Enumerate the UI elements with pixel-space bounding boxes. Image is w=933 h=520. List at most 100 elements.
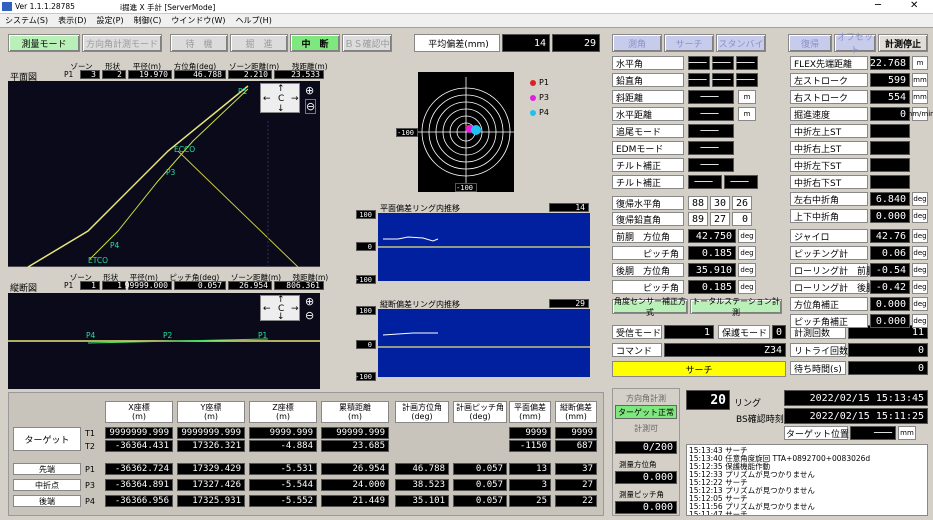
cell-3-x: -36364.891 (105, 479, 173, 491)
survey-mode-button[interactable]: 測量モード (8, 34, 80, 52)
table-header-0: X座標 (m) (105, 401, 173, 423)
zoom-in-icon[interactable]: ⊕ (305, 84, 314, 97)
profile-nav-pad: ↑ ← C → ↓ (260, 295, 300, 322)
menu-item-3[interactable]: 制御(C) (129, 14, 167, 28)
right2-value-4: 0.000 (870, 297, 910, 311)
profile-header-5: 残距離(m) (292, 273, 329, 282)
reset-v-label: 復帰鉛直角 (612, 212, 684, 226)
profile-plot[interactable]: P4 P2 P1 ↑ ← C → ↓ ⊕ ⊖ (8, 293, 320, 389)
angle-label-1: ピッチ角 (612, 246, 684, 260)
target-group-label: ターゲット (13, 427, 81, 451)
cell-3-h: 3 (509, 479, 551, 491)
event-log[interactable]: 15:13:43 サーチ 15:13:40 任意角度旋回 TTA+0892700+… (686, 444, 928, 516)
nav-right-icon[interactable]: → (291, 94, 299, 104)
profile-pitch: 0.057 (174, 281, 226, 290)
right-value-2: 554 (870, 90, 910, 104)
bs-confirm-button[interactable]: ＢＳ確認中 (342, 34, 392, 52)
menu-item-2[interactable]: 設定(P) (92, 14, 129, 28)
menu-item-5[interactable]: ヘルプ(H) (231, 14, 277, 28)
plan-plot[interactable]: ECCO ETCO P4 P3 P1 ↑ ← C → ↓ ⊕ ⊖ (8, 81, 320, 268)
chart-v-svg (378, 332, 590, 348)
search-button[interactable]: サーチ (664, 34, 714, 52)
profile-shape: 1 (102, 281, 126, 290)
total-station-mode-button[interactable]: トータルステーション計測 (690, 297, 782, 317)
menu-item-1[interactable]: 表示(D) (53, 14, 91, 28)
close-icon[interactable]: ✕ (910, 0, 918, 11)
plan-row: P1 3 2 19.970 46.788 2.210 23.533 (64, 70, 334, 80)
table-header-3: 累積距離 (m) (321, 401, 389, 423)
measure-value-7-1: ─── (724, 175, 758, 189)
legend-item-P3: P3 (530, 93, 570, 102)
right-value-0: 22.768 (870, 56, 910, 70)
chart-v-plot (378, 309, 590, 377)
profile-zoom-out-icon[interactable]: ⊖ (305, 309, 314, 322)
nav-center-icon[interactable]: C (278, 94, 284, 104)
right2-value-1: 0.06 (870, 246, 910, 260)
profile-nav-down-icon[interactable]: ↓ (277, 312, 285, 322)
coord-table: X座標 (m) Y座標 (m) Z座標 (m) 累積距離 (m) 計画方位角 (deg) 計画ピッチ… (8, 392, 604, 516)
chart-h-value: 14 (549, 203, 589, 212)
right-value-1: 599 (870, 73, 910, 87)
table-header-7: 縦断偏差 (mm) (555, 401, 597, 423)
cell-1-z: -4.884 (249, 440, 317, 452)
row-id-3: P3 (85, 480, 95, 490)
angle-value-1: 0.185 (688, 246, 736, 260)
target-svg (418, 77, 514, 187)
nav-down-icon[interactable]: ↓ (277, 104, 285, 114)
nav-up-icon[interactable]: ↑ (277, 84, 285, 94)
search-status: サーチ (612, 361, 786, 377)
cell-2-v: 37 (555, 463, 597, 475)
command-value: Z34 (664, 343, 786, 357)
profile-header: ゾーン 形状 平径(m) ピッチ角(deg) ゾーン距離(m) 残距離(m) (64, 272, 334, 282)
right-unit-1: mm (912, 73, 928, 87)
dircalc-possible: 計測可 (634, 424, 658, 433)
plan-radius: 19.970 (128, 70, 172, 79)
target-pos-label: ターゲット位置 (784, 426, 849, 440)
row-group-3: 中折点 (13, 479, 81, 491)
profile-zoom-in-icon[interactable]: ⊕ (305, 295, 314, 308)
plan-label-et: ETCO (88, 256, 109, 265)
angle-unit-3: deg (738, 280, 756, 294)
right-label-7: 中折右下ST (790, 175, 868, 189)
measure-value-1-0: ─── (688, 73, 710, 87)
header-part: 計画方位角 (402, 403, 442, 412)
log-line-8: 15:11:47 サーチ (689, 510, 748, 516)
plan-header-2: 平径(m) (132, 62, 162, 71)
zoom-out-icon[interactable]: ⊖ (305, 99, 317, 114)
row-id-0: T1 (85, 428, 95, 438)
restore-button[interactable]: 復帰 (788, 34, 832, 52)
plan-header-5: 残距離(m) (291, 62, 328, 71)
profile-nav-left-icon[interactable]: ← (263, 304, 271, 314)
cell-1-h: -1150 (509, 440, 551, 452)
menu-item-4[interactable]: ウインドウ(W) (166, 14, 230, 28)
minimize-icon[interactable]: ─ (875, 0, 881, 11)
measure-value-1-2: ─── (736, 73, 758, 87)
stop-measure-button[interactable]: 計測停止 (878, 34, 928, 52)
offset-button[interactable]: オフセット (834, 33, 876, 56)
standby-ts-button[interactable]: スタンバイ (716, 34, 766, 52)
wait-label: 待ち時間(s) (790, 361, 846, 375)
excavate-button[interactable]: 掘 進 (230, 34, 288, 52)
standby-button[interactable]: 待 機 (170, 34, 228, 52)
direction-mode-button[interactable]: 方向角計測モード (82, 34, 162, 52)
dircalc-pt: 0.000 (615, 501, 677, 514)
angle-sensor-mode-button[interactable]: 角度センサー補正方式 (612, 297, 688, 317)
measure-angle-button[interactable]: 測角 (612, 34, 662, 52)
header-part: (m) (347, 412, 363, 421)
header-part: 累積距離 (339, 403, 371, 412)
right-unit-0: m (912, 56, 928, 70)
right-label-6: 中折左下ST (790, 158, 868, 172)
cell-3-v: 27 (555, 479, 597, 491)
cell-4-v: 22 (555, 495, 597, 507)
cell-0-y: 9999999.999 (177, 427, 245, 439)
menu-item-0[interactable]: システム(S) (0, 14, 53, 28)
chart-h-tick-mid: 0 (356, 242, 376, 251)
interrupt-button[interactable]: 中 断 (290, 34, 340, 52)
plan-shape: 2 (102, 70, 126, 79)
right-unit-2: mm (912, 90, 928, 104)
nav-left-icon[interactable]: ← (263, 94, 271, 104)
table-header-2: Z座標 (m) (249, 401, 317, 423)
profile-nav-right-icon[interactable]: → (291, 304, 299, 314)
cell-4-d: 21.449 (321, 495, 389, 507)
table-header-4: 計画方位角 (deg) (395, 401, 449, 423)
